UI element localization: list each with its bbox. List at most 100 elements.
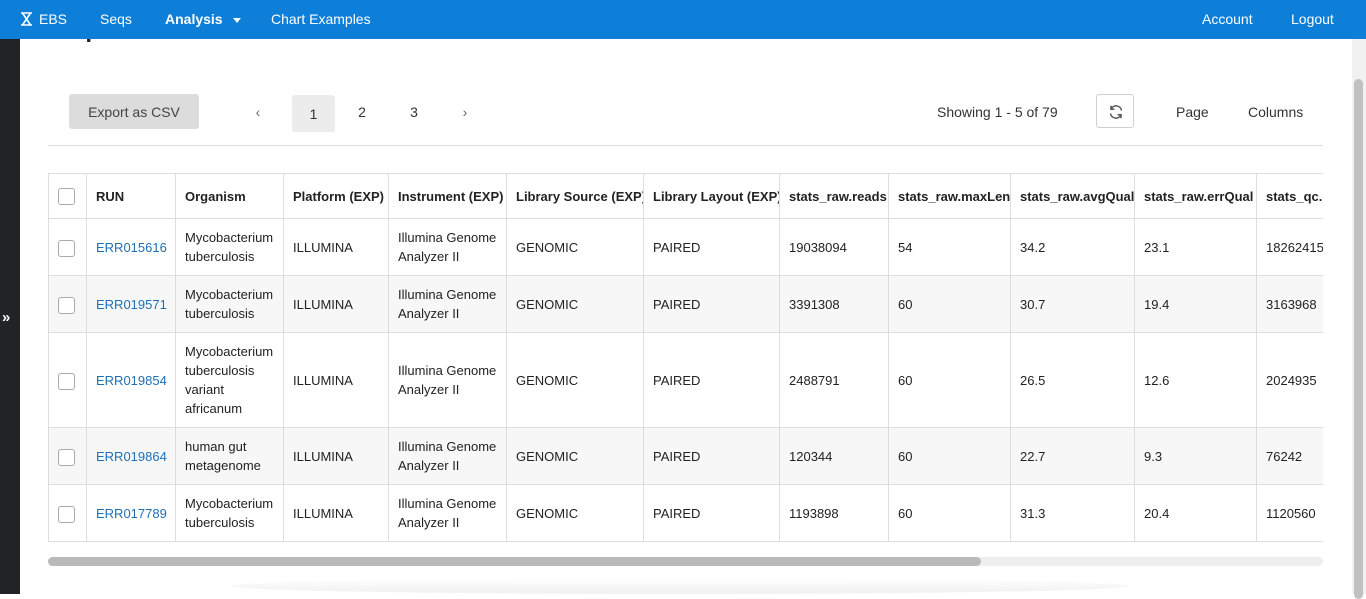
sequence-table-container: RUN Organism Platform (EXP) Instrument (… bbox=[48, 173, 1323, 543]
hourglass-icon bbox=[21, 12, 32, 26]
column-header-raw-avgqual[interactable]: stats_raw.avgQual bbox=[1010, 173, 1135, 219]
pagination-next[interactable]: › bbox=[455, 94, 475, 131]
cell-raw-avgqual: 30.7 bbox=[1010, 275, 1135, 333]
run-link[interactable]: ERR019854 bbox=[96, 373, 167, 388]
table-row: ERR019571 Mycobacterium tuberculosis ILL… bbox=[48, 275, 1323, 333]
cell-raw-avgqual: 26.5 bbox=[1010, 332, 1135, 428]
column-header-raw-errqual[interactable]: stats_raw.errQual bbox=[1134, 173, 1257, 219]
table-header-row: RUN Organism Platform (EXP) Instrument (… bbox=[48, 173, 1323, 219]
pagination-page-3[interactable]: 3 bbox=[404, 94, 424, 131]
cell-run: ERR019854 bbox=[86, 332, 176, 428]
cell-raw-errqual: 12.6 bbox=[1134, 332, 1257, 428]
cell-run: ERR019571 bbox=[86, 275, 176, 333]
column-header-organism[interactable]: Organism bbox=[175, 173, 284, 219]
nav-item-account[interactable]: Account bbox=[1202, 0, 1253, 39]
cell-organism: Mycobacterium tuberculosis bbox=[175, 218, 284, 276]
cell-organism: human gut metagenome bbox=[175, 427, 284, 485]
select-all-checkbox[interactable] bbox=[58, 187, 75, 205]
row-select-cell bbox=[48, 427, 87, 485]
cell-raw-avgqual: 34.2 bbox=[1010, 218, 1135, 276]
cell-raw-errqual: 23.1 bbox=[1134, 218, 1257, 276]
divider bbox=[48, 145, 1323, 146]
row-checkbox[interactable] bbox=[58, 448, 75, 466]
cell-library-source: GENOMIC bbox=[506, 275, 644, 333]
cell-library-layout: PAIRED bbox=[643, 484, 780, 542]
column-header-instrument[interactable]: Instrument (EXP) bbox=[388, 173, 507, 219]
cell-organism: Mycobacterium tuberculosis variant afric… bbox=[175, 332, 284, 428]
cell-platform: ILLUMINA bbox=[283, 218, 389, 276]
nav-item-logout[interactable]: Logout bbox=[1291, 0, 1334, 39]
cell-platform: ILLUMINA bbox=[283, 427, 389, 485]
caret-down-icon bbox=[232, 17, 241, 23]
brand-label: EBS bbox=[39, 11, 68, 27]
columns-menu[interactable]: Columns bbox=[1248, 104, 1303, 120]
cell-library-source: GENOMIC bbox=[506, 427, 644, 485]
cell-raw-reads: 3391308 bbox=[779, 275, 889, 333]
run-link[interactable]: ERR019571 bbox=[96, 297, 167, 312]
footer-shadow bbox=[230, 578, 1130, 594]
row-checkbox[interactable] bbox=[58, 505, 75, 523]
column-header-raw-maxlen[interactable]: stats_raw.maxLen bbox=[888, 173, 1011, 219]
cell-instrument: Illumina Genome Analyzer II bbox=[388, 275, 507, 333]
refresh-button[interactable] bbox=[1096, 94, 1134, 128]
scrollbar-thumb[interactable] bbox=[48, 557, 981, 566]
cell-raw-maxlen: 60 bbox=[888, 332, 1011, 428]
nav-item-analysis-label: Analysis bbox=[165, 11, 223, 27]
run-link[interactable]: ERR019864 bbox=[96, 449, 167, 464]
column-header-run[interactable]: RUN bbox=[86, 173, 176, 219]
column-header-raw-reads[interactable]: stats_raw.reads bbox=[779, 173, 889, 219]
column-header-qc-reads[interactable]: stats_qc.reads bbox=[1256, 173, 1323, 219]
cell-raw-maxlen: 60 bbox=[888, 275, 1011, 333]
page-vertical-scrollbar[interactable] bbox=[1352, 39, 1366, 599]
cell-qc-reads: 1120560 bbox=[1256, 484, 1323, 542]
cell-raw-maxlen: 60 bbox=[888, 427, 1011, 485]
brand-link[interactable]: EBS bbox=[20, 0, 67, 39]
cell-qc-reads: 76242 bbox=[1256, 427, 1323, 485]
column-header-platform[interactable]: Platform (EXP) bbox=[283, 173, 389, 219]
cell-platform: ILLUMINA bbox=[283, 275, 389, 333]
double-chevron-right-icon[interactable]: » bbox=[2, 309, 10, 326]
row-checkbox[interactable] bbox=[58, 296, 75, 314]
cell-platform: ILLUMINA bbox=[283, 332, 389, 428]
cell-raw-reads: 120344 bbox=[779, 427, 889, 485]
cell-run: ERR017789 bbox=[86, 484, 176, 542]
cell-library-layout: PAIRED bbox=[643, 332, 780, 428]
pagination-page-2[interactable]: 2 bbox=[352, 94, 372, 131]
column-header-library-layout[interactable]: Library Layout (EXP) bbox=[643, 173, 780, 219]
cell-platform: ILLUMINA bbox=[283, 484, 389, 542]
export-csv-button[interactable]: Export as CSV bbox=[69, 94, 199, 129]
row-select-cell bbox=[48, 275, 87, 333]
table-row: ERR019864 human gut metagenome ILLUMINA … bbox=[48, 427, 1323, 485]
nav-item-seqs[interactable]: Seqs bbox=[100, 0, 132, 39]
cell-qc-reads: 2024935 bbox=[1256, 332, 1323, 428]
table-row: ERR017789 Mycobacterium tuberculosis ILL… bbox=[48, 484, 1323, 542]
cell-organism: Mycobacterium tuberculosis bbox=[175, 484, 284, 542]
cell-instrument: Illumina Genome Analyzer II bbox=[388, 484, 507, 542]
run-link[interactable]: ERR017789 bbox=[96, 506, 167, 521]
row-checkbox[interactable] bbox=[58, 372, 75, 390]
cell-instrument: Illumina Genome Analyzer II bbox=[388, 332, 507, 428]
column-header-library-source[interactable]: Library Source (EXP) bbox=[506, 173, 644, 219]
top-navbar: EBS Seqs Analysis Chart Examples Account… bbox=[0, 0, 1366, 39]
cell-raw-errqual: 20.4 bbox=[1134, 484, 1257, 542]
row-checkbox[interactable] bbox=[58, 239, 75, 257]
cell-raw-errqual: 19.4 bbox=[1134, 275, 1257, 333]
cell-qc-reads: 18262415 bbox=[1256, 218, 1323, 276]
nav-item-analysis[interactable]: Analysis bbox=[165, 0, 241, 39]
cell-raw-reads: 1193898 bbox=[779, 484, 889, 542]
table-horizontal-scrollbar[interactable] bbox=[48, 557, 1323, 566]
showing-count: Showing 1 - 5 of 79 bbox=[937, 104, 1058, 120]
table-row: ERR015616 Mycobacterium tuberculosis ILL… bbox=[48, 218, 1323, 276]
scrollbar-thumb[interactable] bbox=[1354, 79, 1363, 599]
pagination-prev[interactable]: ‹ bbox=[248, 94, 268, 131]
cell-library-source: GENOMIC bbox=[506, 218, 644, 276]
pagination-page-1[interactable]: 1 bbox=[292, 95, 335, 132]
cell-qc-reads: 3163968 bbox=[1256, 275, 1323, 333]
sequence-table: RUN Organism Platform (EXP) Instrument (… bbox=[48, 173, 1323, 542]
run-link[interactable]: ERR015616 bbox=[96, 240, 167, 255]
cell-raw-maxlen: 54 bbox=[888, 218, 1011, 276]
nav-item-chart-examples[interactable]: Chart Examples bbox=[271, 0, 371, 39]
page-size-menu[interactable]: Page bbox=[1176, 104, 1209, 120]
cell-raw-reads: 2488791 bbox=[779, 332, 889, 428]
cell-raw-reads: 19038094 bbox=[779, 218, 889, 276]
